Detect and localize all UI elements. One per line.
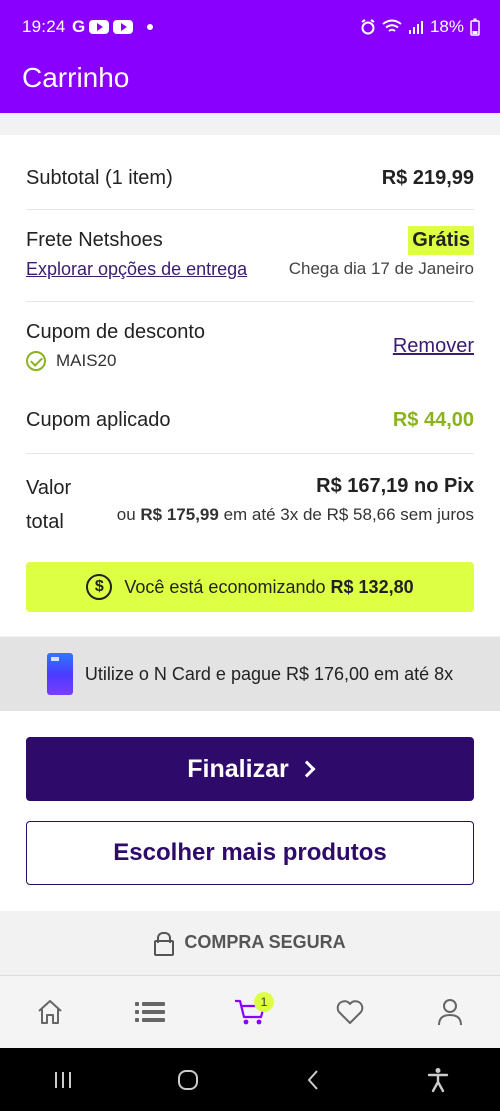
applied-coupon-row: Cupom aplicado R$ 44,00 <box>26 409 474 432</box>
subtotal-row: Subtotal (1 item) R$ 219,99 <box>26 167 474 190</box>
recent-apps-button[interactable] <box>33 1060 93 1100</box>
coupon-label: Cupom de desconto <box>26 321 206 343</box>
bottom-navigation: 1 <box>0 975 500 1048</box>
dot-icon <box>147 24 154 30</box>
check-circle-icon <box>26 351 46 371</box>
total-or: ou <box>116 505 136 524</box>
back-button[interactable] <box>283 1060 343 1100</box>
coupon-code-text: MAIS20 <box>56 351 117 370</box>
battery-text: 18% <box>429 17 464 36</box>
system-icons: 18% <box>360 17 480 37</box>
heart-icon <box>336 1000 364 1024</box>
credit-card-icon <box>46 653 73 695</box>
status-time: 19:24 <box>22 17 66 36</box>
total-row: Valor total R$ 167,19 no Pix ou R$ 175,9… <box>26 471 474 535</box>
home-circle-icon <box>177 1069 198 1090</box>
cart-count-badge: 1 <box>254 992 274 1012</box>
accessibility-icon <box>427 1067 448 1092</box>
secure-purchase: COMPRA SEGURA <box>0 911 500 973</box>
youtube-icon <box>89 20 110 34</box>
total-card-value: R$ 175,99 <box>140 505 219 524</box>
ncard-text: Utilize o N Card e pague R$ 176,00 em at… <box>84 663 454 684</box>
shipping-row: Frete Netshoes Grátis Explorar opções de… <box>26 226 474 281</box>
shipping-label: Frete Netshoes <box>26 229 163 251</box>
home-icon <box>38 1000 62 1024</box>
user-icon <box>438 999 462 1026</box>
shipping-free-badge: Grátis <box>408 226 474 255</box>
total-label: Valor total <box>26 471 71 539</box>
lock-icon <box>154 932 175 956</box>
nav-account[interactable] <box>420 982 480 1042</box>
order-summary: Subtotal (1 item) R$ 219,99 Frete Netsho… <box>0 135 500 636</box>
google-icon: G <box>72 17 86 36</box>
wifi-icon <box>382 19 402 32</box>
divider <box>26 453 474 454</box>
secure-purchase-text: COMPRA SEGURA <box>184 931 346 952</box>
subtotal-label: Subtotal (1 item) <box>26 167 173 189</box>
recent-apps-icon <box>54 1071 71 1088</box>
shipping-eta: Chega dia 17 de Janeiro <box>288 259 474 278</box>
nav-categories[interactable] <box>120 982 180 1042</box>
notification-icons: G <box>72 17 154 37</box>
total-label-line-2: total <box>26 511 64 533</box>
youtube-icon <box>113 20 134 34</box>
divider <box>26 301 474 302</box>
applied-coupon-value: R$ 44,00 <box>392 409 474 431</box>
choose-more-products-button[interactable]: Escolher mais produtos <box>26 821 474 885</box>
nav-favorites[interactable] <box>320 982 380 1042</box>
dollar-icon: $ <box>86 574 113 600</box>
home-button[interactable] <box>158 1060 218 1100</box>
app-header: 19:24 G 18% Carrinho <box>0 0 500 113</box>
total-pix-value: R$ 167,19 no Pix <box>316 475 474 497</box>
remove-coupon-link[interactable]: Remover <box>393 335 474 358</box>
applied-coupon-label: Cupom aplicado <box>26 409 171 431</box>
subtotal-value: R$ 219,99 <box>381 167 474 189</box>
total-installments: ou R$ 175,99 em até 3x de R$ 58,66 sem j… <box>117 505 474 525</box>
total-installments-text: em até 3x de R$ 58,66 sem juros <box>223 505 474 524</box>
coupon-row: Cupom de desconto MAIS20 Remover <box>26 321 474 377</box>
divider <box>26 209 474 210</box>
status-bar: 19:24 G 18% <box>0 0 500 52</box>
chevron-right-icon <box>298 760 316 778</box>
finalize-label: Finalizar <box>187 754 289 783</box>
coupon-code: MAIS20 <box>26 351 116 371</box>
total-label-line-1: Valor <box>26 477 72 499</box>
page-title: Carrinho <box>22 62 130 93</box>
actions-panel: Finalizar Escolher mais produtos <box>0 711 500 911</box>
system-navigation <box>0 1048 500 1111</box>
savings-banner: $ Você está economizando R$ 132,80 <box>26 562 474 612</box>
shipping-options-link[interactable]: Explorar opções de entrega <box>26 259 247 280</box>
signal-icon <box>408 21 423 34</box>
battery-icon <box>470 18 480 36</box>
savings-text: Você está economizando R$ 132,80 <box>124 577 413 598</box>
finalize-button[interactable]: Finalizar <box>26 737 474 801</box>
savings-label: Você está economizando <box>124 576 326 597</box>
back-chevron-icon <box>307 1069 318 1090</box>
menu-list-icon <box>135 1002 165 1022</box>
savings-value: R$ 132,80 <box>330 576 414 597</box>
nav-home[interactable] <box>20 982 80 1042</box>
alarm-icon <box>361 19 375 35</box>
accessibility-button[interactable] <box>408 1060 468 1100</box>
nav-cart[interactable]: 1 <box>220 982 280 1042</box>
ncard-banner[interactable]: Utilize o N Card e pague R$ 176,00 em at… <box>0 637 500 711</box>
